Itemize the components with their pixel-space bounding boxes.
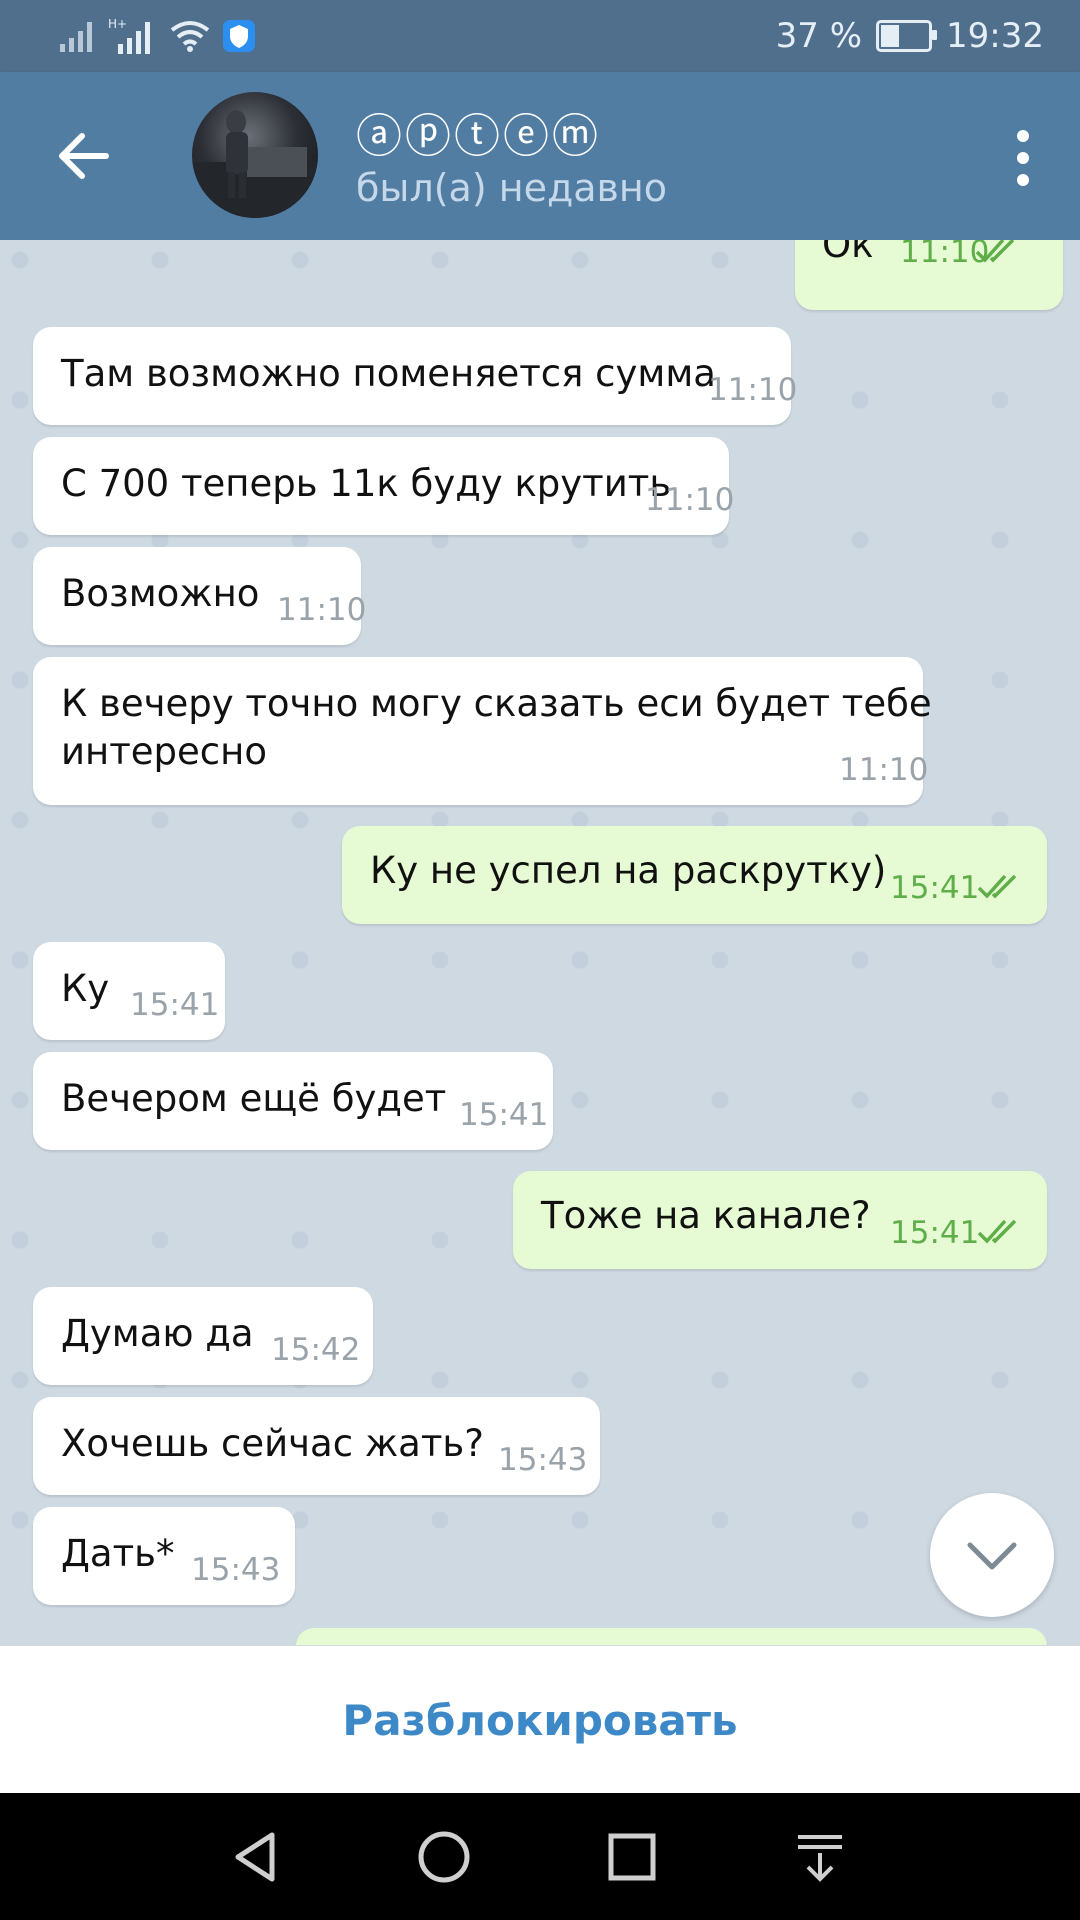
- message-time: 15:41: [890, 1215, 980, 1251]
- message-incoming[interactable]: Вечером ещё будет 15:41: [33, 1052, 553, 1150]
- chevron-down-icon: [967, 1542, 1017, 1570]
- signal-icon: [60, 22, 92, 52]
- message-text: Ку не успел на раскрутку): [370, 849, 887, 892]
- back-arrow-icon[interactable]: [52, 124, 116, 188]
- message-time: 11:10: [708, 372, 798, 408]
- message-incoming[interactable]: Думаю да 15:42: [33, 1287, 373, 1385]
- more-vert-icon[interactable]: [1006, 128, 1040, 188]
- shield-app-icon: [223, 20, 255, 52]
- bottom-action-bar: Разблокировать: [0, 1645, 1080, 1794]
- clock: 19:32: [946, 16, 1044, 56]
- message-text-line-2: интересно: [61, 730, 267, 773]
- chat-header: ⓐⓟⓣⓔⓜ был(а) недавно: [0, 72, 1080, 240]
- message-outgoing[interactable]: Ок 11:10: [795, 240, 1063, 310]
- signal-hplus-icon: H+: [108, 17, 150, 54]
- message-time: 11:10: [277, 592, 367, 628]
- svg-text:H+: H+: [108, 17, 127, 31]
- recents-square-icon[interactable]: [602, 1827, 662, 1887]
- message-text: Ок: [822, 240, 874, 266]
- message-time: 15:41: [459, 1097, 549, 1133]
- double-check-icon: [975, 240, 1015, 263]
- contact-name[interactable]: ⓐⓟⓣⓔⓜ: [356, 100, 601, 166]
- home-circle-icon[interactable]: [414, 1827, 474, 1887]
- message-incoming[interactable]: К вечеру точно могу сказать еси будет те…: [33, 657, 932, 805]
- message-text: Там возможно поменяется сумма: [61, 352, 716, 395]
- message-time: 15:41: [890, 870, 980, 906]
- scroll-to-bottom-button[interactable]: [930, 1493, 1054, 1617]
- unblock-button[interactable]: Разблокировать: [0, 1646, 1080, 1794]
- message-list[interactable]: Ок 11:10 Там возможно поменяется сумма 1…: [0, 240, 1080, 1645]
- message-text: С 700 теперь 11к буду крутить: [61, 462, 672, 505]
- message-text: Думаю да: [61, 1312, 254, 1355]
- message-outgoing-partial[interactable]: [296, 1628, 1047, 1645]
- message-text: Хочешь сейчас жать?: [61, 1422, 484, 1465]
- status-bar: H+ 37 % 19:32: [0, 0, 1080, 72]
- message-time: 11:10: [839, 752, 929, 788]
- message-outgoing[interactable]: Ку не успел на раскрутку) 15:41: [342, 826, 1047, 924]
- message-text: Вечером ещё будет: [61, 1077, 447, 1120]
- message-text: Возможно: [61, 572, 260, 615]
- message-incoming[interactable]: Возможно 11:10: [33, 547, 366, 645]
- message-text-line-1: К вечеру точно могу сказать еси будет те…: [61, 682, 932, 725]
- message-outgoing[interactable]: Тоже на канале? 15:41: [513, 1171, 1047, 1269]
- message-time: 15:43: [498, 1442, 588, 1478]
- message-text: Тоже на канале?: [541, 1194, 871, 1237]
- wifi-icon: [170, 21, 210, 52]
- message-text: Дать*: [61, 1532, 175, 1575]
- battery-percent: 37 %: [775, 16, 863, 56]
- system-navigation-bar: [0, 1793, 1080, 1920]
- message-text: Ку: [61, 967, 110, 1010]
- message-incoming[interactable]: Там возможно поменяется сумма 11:10: [33, 327, 797, 425]
- message-time: 15:43: [191, 1552, 281, 1588]
- double-check-icon: [977, 1219, 1017, 1244]
- message-incoming[interactable]: Ку 15:41: [33, 942, 225, 1040]
- message-time: 11:10: [645, 482, 735, 518]
- message-time: 15:41: [130, 987, 220, 1023]
- back-triangle-icon[interactable]: [226, 1827, 286, 1887]
- battery-icon: [876, 20, 938, 52]
- message-incoming[interactable]: С 700 теперь 11к буду крутить 11:10: [33, 437, 734, 535]
- contact-status: был(а) недавно: [356, 166, 668, 210]
- message-incoming[interactable]: Хочешь сейчас жать? 15:43: [33, 1397, 600, 1495]
- message-time: 15:42: [271, 1332, 361, 1368]
- double-check-icon: [977, 874, 1017, 899]
- message-incoming[interactable]: Дать* 15:43: [33, 1507, 295, 1605]
- notification-pulldown-icon[interactable]: [790, 1827, 850, 1887]
- avatar[interactable]: [192, 92, 318, 218]
